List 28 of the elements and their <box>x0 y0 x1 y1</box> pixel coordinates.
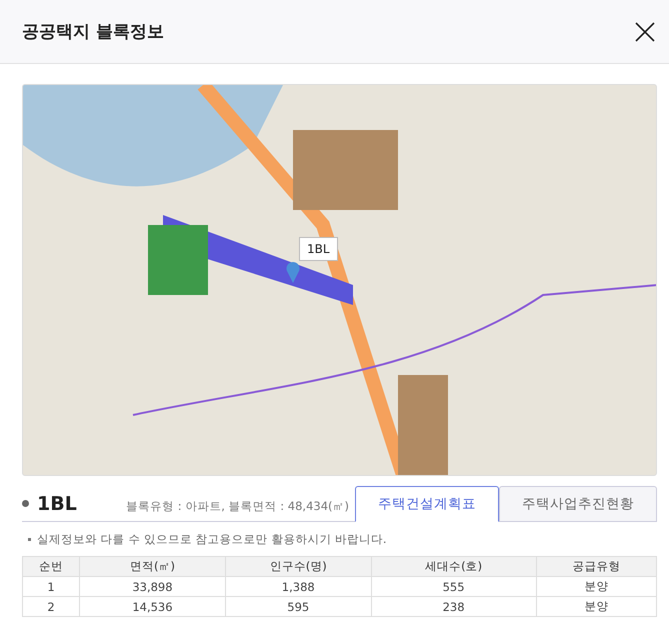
tab[interactable]: 주택사업추진현황 <box>499 486 657 522</box>
table-cell: 238 <box>371 596 536 616</box>
close-button[interactable] <box>635 22 655 42</box>
column-header: 세대수(호) <box>371 556 536 576</box>
table-cell: 595 <box>225 596 372 616</box>
bullet-icon <box>22 500 29 507</box>
column-header: 공급유형 <box>536 556 656 576</box>
block-summary: 블록유형 : 아파트, 블록면적 : 48,434(㎡) <box>126 499 349 514</box>
block-name: 1BL <box>37 493 77 515</box>
table-cell: 분양 <box>536 596 656 616</box>
map-view[interactable]: 1BL <box>22 84 657 476</box>
table-cell: 2 <box>22 596 80 616</box>
notice-text: 실제정보와 다를 수 있으므로 참고용으로만 활용하시기 바랍니다. <box>37 532 387 547</box>
table-cell: 555 <box>371 576 536 596</box>
column-header: 인구수(명) <box>225 556 372 576</box>
map-pin-icon[interactable] <box>286 262 300 284</box>
column-header: 면적(㎡) <box>80 556 226 576</box>
table-cell: 1,388 <box>225 576 372 596</box>
marker-label: 1BL <box>299 237 338 261</box>
table-cell: 33,898 <box>80 576 226 596</box>
close-icon <box>635 22 655 42</box>
column-header: 순번 <box>22 556 80 576</box>
table-cell: 14,536 <box>80 596 226 616</box>
table-cell: 1 <box>22 576 80 596</box>
table-cell: 분양 <box>536 576 656 596</box>
dialog-title: 공공택지 블록정보 <box>22 21 164 43</box>
bullet-icon <box>28 538 31 541</box>
tab[interactable]: 주택건설계획표 <box>355 486 499 522</box>
